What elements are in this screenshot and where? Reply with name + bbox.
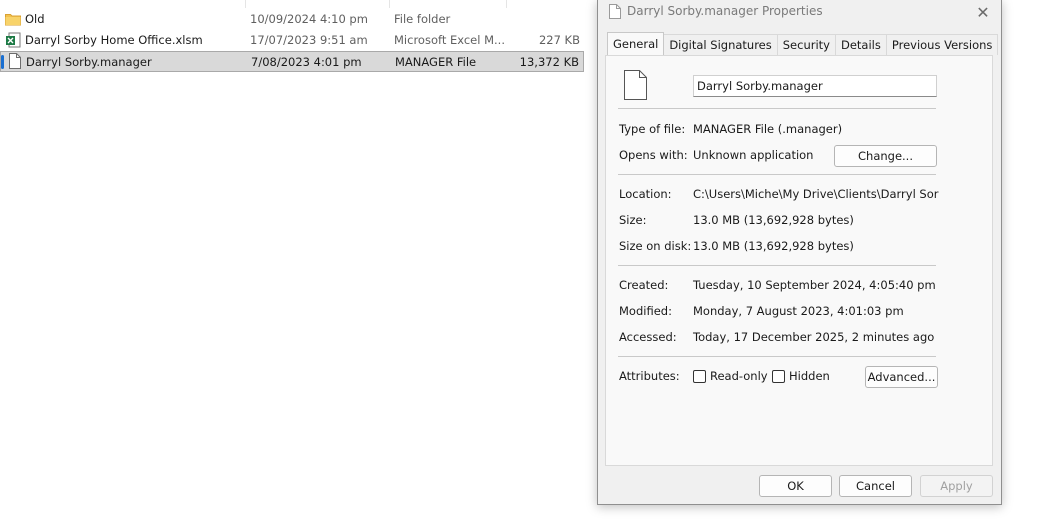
type-of-file-label: Type of file: xyxy=(619,122,686,136)
file-name-input[interactable] xyxy=(693,75,937,97)
tab-previous-versions[interactable]: Previous Versions xyxy=(885,34,999,55)
hidden-checkbox[interactable]: Hidden xyxy=(772,369,830,383)
file-list: Old 10/09/2024 4:10 pm File folder Darry… xyxy=(0,0,600,519)
apply-button[interactable]: Apply xyxy=(920,475,993,497)
tab-general[interactable]: General xyxy=(607,32,665,55)
size-on-disk-value: 13.0 MB (13,692,928 bytes) xyxy=(693,239,854,253)
read-only-checkbox[interactable]: Read-only xyxy=(693,369,768,383)
tab-bar: General Digital Signatures Security Deta… xyxy=(607,32,999,55)
file-type: File folder xyxy=(394,12,451,26)
created-value: Tuesday, 10 September 2024, 4:05:40 pm xyxy=(693,278,936,292)
modified-value: Monday, 7 August 2023, 4:01:03 pm xyxy=(693,304,904,318)
selection-indicator xyxy=(1,55,4,69)
excel-file-icon xyxy=(5,32,21,48)
opens-with-label: Opens with: xyxy=(619,148,688,162)
opens-with-value: Unknown application xyxy=(693,148,814,162)
divider xyxy=(618,356,936,357)
column-separator xyxy=(389,0,390,8)
ok-button[interactable]: OK xyxy=(759,475,832,497)
dialog-titlebar[interactable]: Darryl Sorby.manager Properties ✕ xyxy=(598,0,1001,26)
column-separator xyxy=(245,0,246,8)
location-value[interactable]: C:\Users\Miche\My Drive\Clients\Darryl S… xyxy=(693,187,939,201)
file-row-darryl-sorby-manager[interactable]: Darryl Sorby.manager 7/08/2023 4:01 pm M… xyxy=(0,51,584,72)
read-only-label: Read-only xyxy=(710,369,768,383)
location-label: Location: xyxy=(619,187,672,201)
file-name: Old xyxy=(25,12,45,26)
cancel-button[interactable]: Cancel xyxy=(839,475,912,497)
accessed-label: Accessed: xyxy=(619,330,677,344)
attributes-label: Attributes: xyxy=(619,369,680,383)
column-separator xyxy=(506,0,507,8)
accessed-value: Today, 17 December 2025, 2 minutes ago xyxy=(693,330,935,344)
checkbox-box[interactable] xyxy=(693,369,706,383)
general-panel: Type of file: MANAGER File (.manager) Op… xyxy=(605,55,993,466)
folder-icon xyxy=(5,12,21,26)
file-type: Microsoft Excel M... xyxy=(394,33,505,47)
advanced-button[interactable]: Advanced... xyxy=(865,366,938,388)
checkbox-box[interactable] xyxy=(772,369,785,383)
file-size: 13,372 KB xyxy=(519,55,579,69)
file-date: 10/09/2024 4:10 pm xyxy=(250,12,368,26)
file-name: Darryl Sorby.manager xyxy=(26,55,152,69)
file-type: MANAGER File xyxy=(395,55,477,69)
file-size: 227 KB xyxy=(538,33,580,47)
file-row-home-office-xlsm[interactable]: Darryl Sorby Home Office.xlsm 17/07/2023… xyxy=(0,30,584,51)
type-of-file-value: MANAGER File (.manager) xyxy=(693,122,843,136)
dialog-title: Darryl Sorby.manager Properties xyxy=(627,4,823,18)
size-label: Size: xyxy=(619,213,647,227)
close-button[interactable]: ✕ xyxy=(971,2,995,22)
file-name: Darryl Sorby Home Office.xlsm xyxy=(25,33,203,47)
size-on-disk-label: Size on disk: xyxy=(619,239,692,253)
hidden-label: Hidden xyxy=(789,369,830,383)
close-icon: ✕ xyxy=(976,2,990,22)
document-icon xyxy=(6,53,22,69)
file-date: 7/08/2023 4:01 pm xyxy=(251,55,362,69)
file-row-old[interactable]: Old 10/09/2024 4:10 pm File folder xyxy=(0,9,584,30)
divider xyxy=(618,265,936,266)
modified-label: Modified: xyxy=(619,304,672,318)
divider xyxy=(618,174,936,175)
change-button[interactable]: Change... xyxy=(834,145,937,167)
document-icon xyxy=(609,4,621,19)
created-label: Created: xyxy=(619,278,669,292)
tab-details[interactable]: Details xyxy=(834,34,887,55)
tab-digital-signatures[interactable]: Digital Signatures xyxy=(663,34,778,55)
file-date: 17/07/2023 9:51 am xyxy=(250,33,368,47)
divider xyxy=(618,108,936,109)
properties-dialog: Darryl Sorby.manager Properties ✕ Genera… xyxy=(597,0,1002,505)
file-type-icon xyxy=(624,70,647,100)
tab-security[interactable]: Security xyxy=(776,34,836,55)
size-value: 13.0 MB (13,692,928 bytes) xyxy=(693,213,854,227)
